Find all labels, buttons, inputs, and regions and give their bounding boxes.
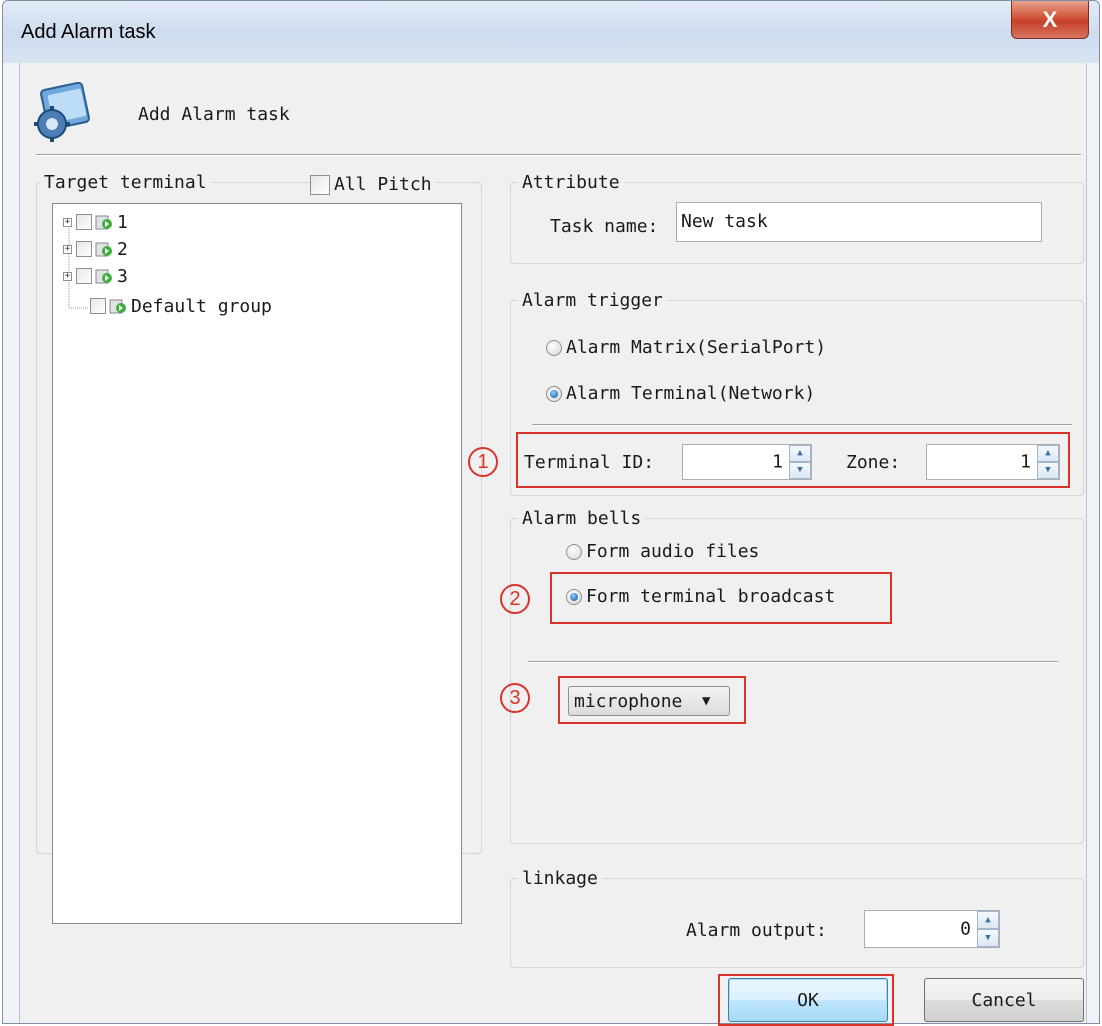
alarm-output-value: 0 [960,918,971,940]
attribute-title: Attribute [518,172,624,193]
linkage-title: linkage [518,868,602,889]
bells-divider [528,661,1058,663]
alarm-terminal-radio[interactable]: Alarm Terminal(Network) [546,383,815,404]
node-checkbox[interactable] [76,241,92,257]
tree-node-label: Default group [131,295,272,317]
spin-up-icon[interactable]: ▲ [977,911,999,929]
audio-files-radio[interactable]: Form audio files [566,541,759,562]
expand-icon[interactable]: + [63,217,72,227]
dialog-header-title: Add Alarm task [138,104,290,125]
terminal-arrow-icon [109,299,126,314]
all-pitch-label: All Pitch [334,174,432,195]
radio-indicator[interactable] [566,543,582,560]
cancel-button[interactable]: Cancel [924,978,1084,1022]
tree-node[interactable]: + 1 [63,210,128,234]
zone-value: 1 [1020,451,1031,473]
terminal-id-label: Terminal ID: [524,452,655,473]
alarm-trigger-title: Alarm trigger [518,290,667,311]
tree-node-label: 3 [117,265,128,287]
target-terminal-title: Target terminal [40,172,211,193]
alarm-matrix-radio[interactable]: Alarm Matrix(SerialPort) [546,337,826,358]
title-bar[interactable]: Add Alarm task X [3,1,1099,63]
spin-down-icon[interactable]: ▼ [977,929,999,947]
terminal-arrow-icon [95,242,112,257]
expand-icon[interactable]: + [63,271,72,281]
gear-config-icon [30,81,94,142]
terminal-arrow-icon [95,269,112,284]
node-checkbox[interactable] [76,214,92,230]
node-checkbox[interactable] [90,298,106,314]
node-checkbox[interactable] [76,268,92,284]
close-button[interactable]: X [1011,1,1089,39]
dropdown-arrow-icon[interactable]: ▼ [702,693,710,709]
radio-indicator-selected[interactable] [566,588,582,605]
terminal-id-spinner[interactable]: 1 ▲ ▼ [682,444,812,480]
alarm-matrix-label: Alarm Matrix(SerialPort) [566,337,827,358]
cancel-label: Cancel [971,989,1037,1011]
window-title: Add Alarm task [21,21,156,43]
all-pitch-check[interactable] [310,174,330,195]
tree-node[interactable]: + 3 [63,264,128,288]
alarm-bells-title: Alarm bells [518,508,646,529]
tree-node-label: 1 [117,211,128,233]
annotation-3: 3 [500,683,530,713]
terminal-broadcast-label: Form terminal broadcast [586,586,836,607]
ok-button[interactable]: OK [728,978,888,1022]
annotation-1: 1 [468,447,498,477]
tree-node-label: 2 [117,238,128,260]
expand-icon[interactable]: + [63,244,72,254]
terminal-arrow-icon [95,215,112,230]
close-icon: X [1042,6,1058,32]
radio-indicator[interactable] [546,339,562,356]
alarm-output-spinner[interactable]: 0 ▲ ▼ [864,910,1000,948]
terminal-broadcast-radio[interactable]: Form terminal broadcast [566,586,835,607]
zone-label: Zone: [846,452,901,473]
tree-node[interactable]: Default group [90,294,272,318]
tree-node[interactable]: + 2 [63,237,128,261]
all-pitch-checkbox[interactable]: All Pitch [310,174,436,195]
audio-files-label: Form audio files [586,541,760,562]
radio-indicator-selected[interactable] [546,385,562,402]
audio-source-value: microphone [574,690,683,712]
spin-up-icon[interactable]: ▲ [789,445,811,462]
spin-up-icon[interactable]: ▲ [1037,445,1059,462]
trigger-divider [532,424,1072,426]
ok-label: OK [797,989,819,1011]
task-name-label: Task name: [550,216,659,237]
alarm-output-label: Alarm output: [686,920,827,941]
task-name-input[interactable]: New task [676,202,1042,242]
annotation-2: 2 [500,584,530,614]
terminal-id-value: 1 [772,451,783,473]
terminal-tree[interactable]: + 1 + 2 + 3 Default group [52,203,462,924]
alarm-terminal-label: Alarm Terminal(Network) [566,383,816,404]
audio-source-dropdown[interactable]: microphone ▼ [568,686,730,716]
task-name-value: New task [681,211,768,232]
header-divider [36,154,1081,156]
spin-down-icon[interactable]: ▼ [789,462,811,479]
spin-down-icon[interactable]: ▼ [1037,462,1059,479]
zone-spinner[interactable]: 1 ▲ ▼ [926,444,1060,480]
